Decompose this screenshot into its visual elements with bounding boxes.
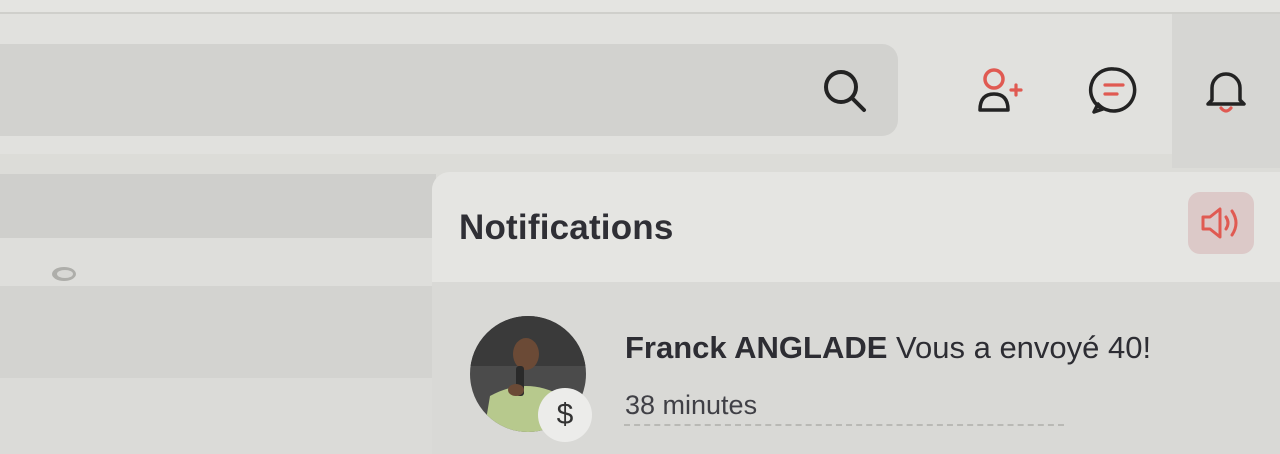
divider xyxy=(624,424,1064,426)
notification-item[interactable]: $ Franck ANGLADE Vous a envoyé 40! 38 mi… xyxy=(432,282,1280,454)
notification-sender[interactable]: Franck ANGLADE xyxy=(625,330,887,365)
search-icon[interactable] xyxy=(820,66,868,114)
notifications-panel: Notifications $ Franck ANGLADE Vous a en… xyxy=(432,172,1280,454)
screen-smudge xyxy=(52,267,76,281)
add-user-icon xyxy=(978,68,1023,112)
sound-toggle-button[interactable] xyxy=(1188,192,1254,254)
window-top-strip xyxy=(0,0,1280,14)
notification-text: Franck ANGLADE Vous a envoyé 40! xyxy=(625,330,1151,366)
messages-button[interactable] xyxy=(1088,64,1140,116)
chat-icon xyxy=(1088,67,1137,114)
panel-title: Notifications xyxy=(459,208,674,247)
add-friend-button[interactable] xyxy=(972,64,1024,116)
search-bar[interactable] xyxy=(0,44,898,136)
background-list-row xyxy=(0,378,436,454)
bell-icon xyxy=(1206,72,1246,113)
speaker-icon xyxy=(1201,207,1238,239)
dollar-badge-icon: $ xyxy=(538,388,592,442)
notification-time: 38 minutes xyxy=(625,390,758,420)
background-list-row xyxy=(0,286,436,378)
notifications-panel-header: Notifications xyxy=(432,172,1280,282)
notification-message: Vous a envoyé 40! xyxy=(896,330,1152,365)
notifications-button[interactable] xyxy=(1200,64,1252,116)
background-list-row xyxy=(0,174,436,238)
